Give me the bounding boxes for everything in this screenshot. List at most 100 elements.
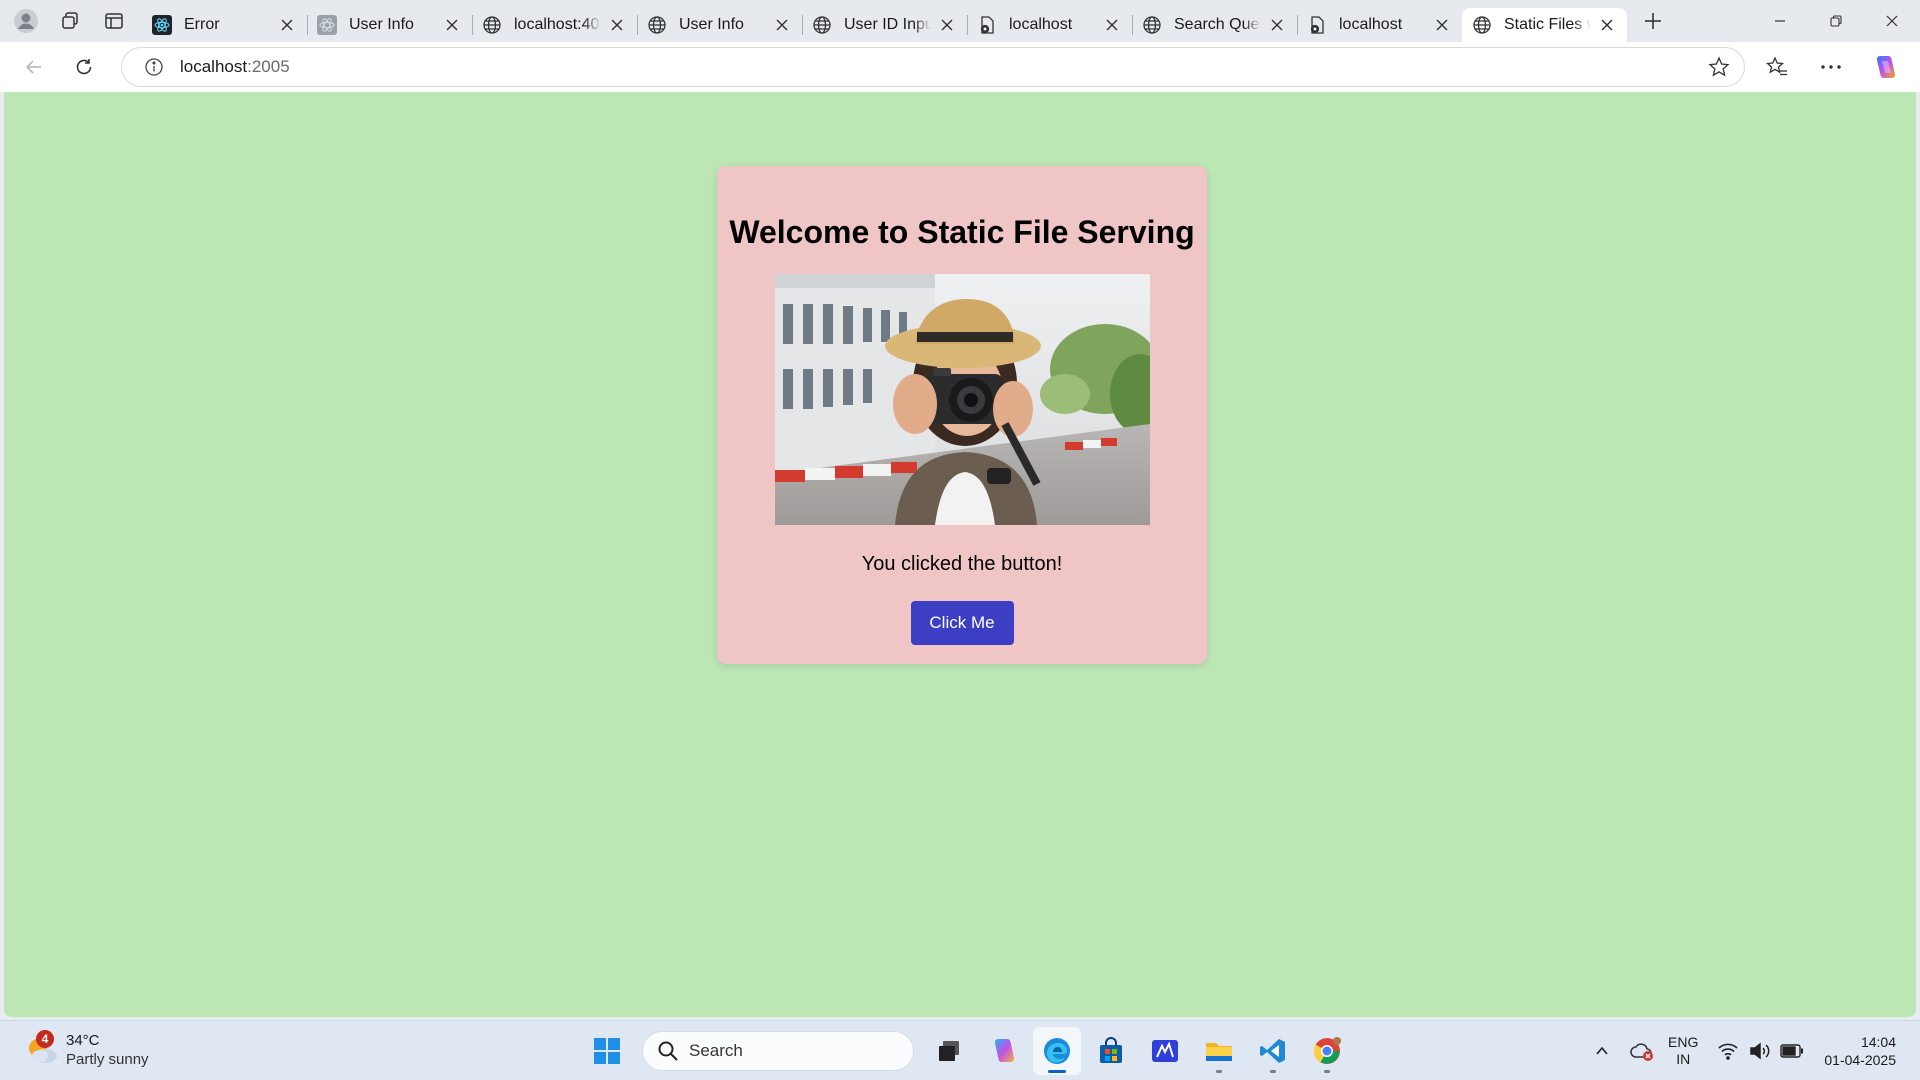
- battery-icon: [1780, 1044, 1804, 1058]
- close-tab-icon[interactable]: [1430, 13, 1454, 37]
- tab-title: localhost: [1009, 16, 1073, 33]
- copilot-icon: [994, 1039, 1015, 1062]
- close-tab-icon[interactable]: [605, 13, 629, 37]
- close-tab-icon[interactable]: [1265, 13, 1289, 37]
- favorites-button[interactable]: [1757, 47, 1797, 87]
- react-faded-icon: [317, 15, 337, 35]
- file-explorer-button[interactable]: [1195, 1027, 1243, 1075]
- status-message: You clicked the button!: [861, 553, 1063, 575]
- lang-region: IN: [1676, 1051, 1691, 1067]
- clock-time: 14:04: [1860, 1034, 1896, 1050]
- workspaces-button[interactable]: [48, 0, 92, 42]
- page-heading: Welcome to Static File Serving: [729, 214, 1195, 250]
- copilot-app-button[interactable]: [979, 1027, 1027, 1075]
- reload-button[interactable]: [64, 47, 104, 87]
- task-view-button[interactable]: [925, 1027, 973, 1075]
- clock-date: 01-04-2025: [1824, 1052, 1896, 1068]
- partly-sunny-icon: 4: [24, 1030, 60, 1068]
- search-icon: [658, 1041, 678, 1061]
- profile-button[interactable]: [4, 0, 48, 42]
- speaker-icon: [1750, 1042, 1770, 1060]
- click-me-button[interactable]: Click Me: [910, 601, 1014, 645]
- search-placeholder: Search: [689, 1041, 743, 1060]
- tab-title: Static Files with: [1504, 16, 1591, 33]
- close-tab-icon[interactable]: [275, 13, 299, 37]
- battery-status[interactable]: [1776, 1035, 1808, 1067]
- tab-user-info[interactable]: User Info: [307, 8, 472, 42]
- tab-user-info-2[interactable]: User Info: [637, 8, 802, 42]
- globe-icon: [647, 15, 667, 35]
- tab-error[interactable]: Error: [142, 8, 307, 42]
- active-indicator: [1048, 1070, 1066, 1073]
- content-card: Welcome to Static File Serving You click…: [717, 166, 1207, 664]
- clock[interactable]: 14:04 01-04-2025: [1824, 1033, 1896, 1069]
- tab-static-files[interactable]: Static Files with: [1462, 8, 1627, 42]
- globe-icon: [1142, 15, 1162, 35]
- tab-title: User Info: [679, 16, 744, 33]
- tab-localhost[interactable]: localhost: [967, 8, 1132, 42]
- page-error-icon: [1307, 15, 1327, 35]
- address-bar[interactable]: localhost:2005: [121, 47, 1745, 87]
- site-info-icon[interactable]: [142, 55, 166, 79]
- wifi-status[interactable]: [1712, 1035, 1744, 1067]
- language-indicator[interactable]: ENG IN: [1668, 1034, 1698, 1068]
- close-tab-icon[interactable]: [440, 13, 464, 37]
- wifi-icon: [1718, 1043, 1738, 1060]
- tab-localhost-4000[interactable]: localhost:4000: [472, 8, 637, 42]
- page-error-icon: [977, 15, 997, 35]
- windows-taskbar: 4 34°C Partly sunny Search ENG IN 14:04 …: [0, 1020, 1920, 1080]
- back-button[interactable]: [14, 47, 54, 87]
- system-tray: ENG IN 14:04 01-04-2025: [1586, 1021, 1920, 1080]
- restore-icon: [1830, 15, 1842, 27]
- tab-strip: Error User Info localhost:4000 User Info…: [0, 0, 1920, 42]
- copilot-button[interactable]: [1865, 47, 1905, 87]
- globe-icon: [812, 15, 832, 35]
- copilot-icon: [1876, 56, 1896, 78]
- close-tab-icon[interactable]: [770, 13, 794, 37]
- weather-desc: Partly sunny: [66, 1051, 149, 1068]
- workspaces-icon: [62, 12, 78, 29]
- edge-app-button[interactable]: [1033, 1027, 1081, 1075]
- minimize-button[interactable]: [1752, 0, 1808, 42]
- microsoft-store-icon: [1100, 1037, 1122, 1063]
- minimize-icon: [1775, 20, 1785, 22]
- react-icon: [152, 15, 172, 35]
- cloud-error-icon: [1630, 1043, 1654, 1061]
- close-tab-icon[interactable]: [1595, 13, 1619, 37]
- onedrive-status[interactable]: [1626, 1035, 1658, 1067]
- close-icon: [1886, 15, 1898, 27]
- url-host: localhost: [180, 57, 248, 76]
- url-port: :2005: [247, 57, 290, 76]
- chrome-button[interactable]: [1303, 1027, 1351, 1075]
- globe-icon: [482, 15, 502, 35]
- taskbar-search[interactable]: Search: [642, 1031, 914, 1071]
- close-tab-icon[interactable]: [935, 13, 959, 37]
- close-tab-icon[interactable]: [1100, 13, 1124, 37]
- tab-user-id-input[interactable]: User ID Input: [802, 8, 967, 42]
- running-indicator: [1216, 1070, 1222, 1073]
- tab-actions-button[interactable]: [92, 0, 136, 42]
- tab-search-query[interactable]: Search Query: [1132, 8, 1297, 42]
- settings-more-button[interactable]: [1811, 47, 1851, 87]
- powerapps-button[interactable]: [1141, 1027, 1189, 1075]
- restore-button[interactable]: [1808, 0, 1864, 42]
- chrome-icon: [1313, 1037, 1341, 1064]
- vscode-button[interactable]: [1249, 1027, 1297, 1075]
- show-hidden-icons-button[interactable]: [1586, 1035, 1618, 1067]
- favorite-star-icon[interactable]: [1708, 56, 1730, 78]
- weather-widget[interactable]: 4 34°C Partly sunny: [24, 1030, 149, 1069]
- start-button[interactable]: [583, 1027, 631, 1075]
- woman-with-camera-photo: [774, 274, 1150, 525]
- chevron-up-icon: [1596, 1046, 1608, 1055]
- tab-localhost-2[interactable]: localhost: [1297, 8, 1462, 42]
- edge-icon: [1044, 1038, 1070, 1064]
- store-app-button[interactable]: [1087, 1027, 1135, 1075]
- new-tab-button[interactable]: [1631, 0, 1675, 42]
- volume-status[interactable]: [1744, 1035, 1776, 1067]
- plus-icon: [1645, 13, 1661, 29]
- close-window-button[interactable]: [1864, 0, 1920, 42]
- page-viewport: Welcome to Static File Serving You click…: [4, 92, 1916, 1017]
- more-icon: [1821, 65, 1841, 69]
- vscode-icon: [1260, 1039, 1285, 1063]
- browser-toolbar: localhost:2005: [0, 42, 1920, 92]
